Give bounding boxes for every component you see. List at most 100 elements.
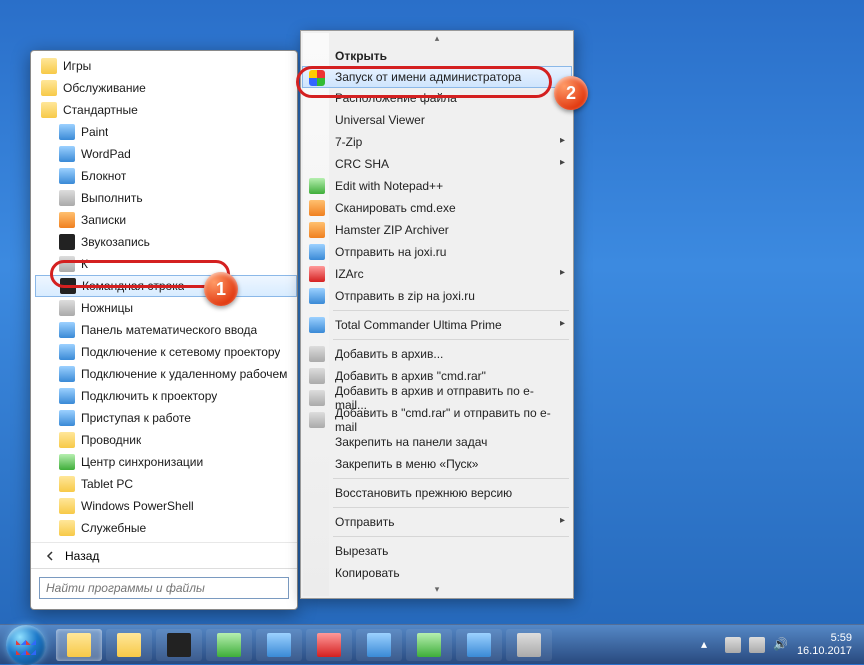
ctx-label: 7-Zip: [335, 135, 362, 149]
ctx-cmdrar-email[interactable]: Добавить в "cmd.rar" и отправить по e-ma…: [303, 409, 571, 431]
folder-label: Обслуживание: [63, 81, 146, 95]
ctx-separator: [333, 536, 569, 537]
ctx-label: CRC SHA: [335, 157, 389, 171]
ctx-copy[interactable]: Копировать: [303, 562, 571, 584]
annotation-badge-1: 1: [204, 272, 238, 306]
ctx-run-as-admin[interactable]: Запуск от имени администратора: [302, 66, 572, 88]
folder-games[interactable]: Игры: [35, 55, 297, 77]
folder-powershell[interactable]: Windows PowerShell: [35, 495, 297, 517]
program-getting-started[interactable]: Приступая к работе: [35, 407, 297, 429]
taskbar-excel[interactable]: [406, 629, 452, 661]
folder-maintenance[interactable]: Обслуживание: [35, 77, 297, 99]
program-explorer[interactable]: Проводник: [35, 429, 297, 451]
app-icon: [267, 633, 291, 657]
tray-clock[interactable]: 5:59 16.10.2017: [797, 632, 852, 658]
taskbar-app-3[interactable]: [206, 629, 252, 661]
ctx-restore-previous[interactable]: Восстановить прежнюю версию: [303, 482, 571, 504]
ctx-joxi[interactable]: Отправить на joxi.ru: [303, 241, 571, 263]
ctx-separator: [333, 478, 569, 479]
program-label: Подключение к удаленному рабочем: [81, 367, 287, 381]
context-scroll-down[interactable]: ▾: [303, 584, 571, 596]
folder-system-tools[interactable]: Служебные: [35, 517, 297, 539]
program-snipping-tool[interactable]: Ножницы: [35, 297, 297, 319]
ctx-notepadpp[interactable]: Edit with Notepad++: [303, 175, 571, 197]
winrar-icon: [309, 412, 325, 428]
taskbar-app-4[interactable]: [256, 629, 302, 661]
program-notepad[interactable]: Блокнот: [35, 165, 297, 187]
program-command-prompt[interactable]: Командная строка: [35, 275, 297, 297]
network-icon[interactable]: [749, 637, 765, 653]
taskbar-opera[interactable]: [306, 629, 352, 661]
taskbar-explorer[interactable]: [56, 629, 102, 661]
taskbar-word[interactable]: [456, 629, 502, 661]
annotation-badge-2: 2: [554, 76, 588, 110]
folder-tablet-pc[interactable]: Tablet PC: [35, 473, 297, 495]
program-truncated[interactable]: К: [35, 253, 297, 275]
folder-accessories[interactable]: Стандартные: [35, 99, 297, 121]
clock-time: 5:59: [797, 632, 852, 645]
tray-expand-icon[interactable]: ▴: [701, 637, 717, 653]
ctx-label: Восстановить прежнюю версию: [335, 486, 512, 500]
program-sound-recorder[interactable]: Звукозапись: [35, 231, 297, 253]
taskbar-app-2[interactable]: [156, 629, 202, 661]
ctx-pin-start[interactable]: Закрепить в меню «Пуск»: [303, 453, 571, 475]
search-input[interactable]: [39, 577, 289, 599]
program-label: Звукозапись: [81, 235, 150, 249]
joxi-icon: [309, 288, 325, 304]
winrar-icon: [309, 346, 325, 362]
ctx-label: Открыть: [335, 49, 387, 63]
context-menu: ▴ Открыть Запуск от имени администратора…: [300, 30, 574, 599]
program-label: Paint: [81, 125, 108, 139]
taskbar-app-5[interactable]: [356, 629, 402, 661]
ctx-label: Universal Viewer: [335, 113, 425, 127]
ctx-pin-taskbar[interactable]: Закрепить на панели задач: [303, 431, 571, 453]
ctx-scan[interactable]: Сканировать cmd.exe: [303, 197, 571, 219]
ctx-label: Добавить в архив "cmd.rar": [335, 369, 486, 383]
back-button[interactable]: Назад: [31, 542, 297, 568]
ctx-cut[interactable]: Вырезать: [303, 540, 571, 562]
program-math-input[interactable]: Панель математического ввода: [35, 319, 297, 341]
ctx-label: Закрепить на панели задач: [335, 435, 487, 449]
folder-label: Tablet PC: [81, 477, 133, 491]
program-remote-desktop[interactable]: Подключение к удаленному рабочем: [35, 363, 297, 385]
ctx-add-archive[interactable]: Добавить в архив...: [303, 343, 571, 365]
word-icon: [467, 633, 491, 657]
program-label: Панель математического ввода: [81, 323, 257, 337]
app-icon: [217, 633, 241, 657]
ctx-joxi-zip[interactable]: Отправить в zip на joxi.ru: [303, 285, 571, 307]
ctx-label: Hamster ZIP Archiver: [335, 223, 449, 237]
izarc-icon: [309, 266, 325, 282]
ctx-7zip[interactable]: 7-Zip: [303, 131, 571, 153]
program-paint[interactable]: Paint: [35, 121, 297, 143]
program-run[interactable]: Выполнить: [35, 187, 297, 209]
ctx-hamster[interactable]: Hamster ZIP Archiver: [303, 219, 571, 241]
ctx-label: Добавить в архив...: [335, 347, 443, 361]
ctx-label: Копировать: [335, 566, 400, 580]
folder-label: Стандартные: [63, 103, 138, 117]
program-sync-center[interactable]: Центр синхронизации: [35, 451, 297, 473]
ctx-label: Edit with Notepad++: [335, 179, 443, 193]
program-wordpad[interactable]: WordPad: [35, 143, 297, 165]
program-network-projector[interactable]: Подключение к сетевому проектору: [35, 341, 297, 363]
context-scroll-up[interactable]: ▴: [303, 33, 571, 45]
flag-icon[interactable]: [725, 637, 741, 653]
volume-icon[interactable]: 🔊: [773, 637, 789, 653]
taskbar-app-6[interactable]: [506, 629, 552, 661]
winrar-icon: [309, 390, 325, 406]
ctx-separator: [333, 310, 569, 311]
program-label: Командная строка: [82, 279, 184, 293]
ctx-file-location[interactable]: Расположение файла: [303, 87, 571, 109]
program-sticky-notes[interactable]: Записки: [35, 209, 297, 231]
hamster-icon: [309, 222, 325, 238]
program-connect-projector[interactable]: Подключить к проектору: [35, 385, 297, 407]
ctx-open[interactable]: Открыть: [303, 45, 571, 67]
ctx-universal-viewer[interactable]: Universal Viewer: [303, 109, 571, 131]
taskbar-app-1[interactable]: [106, 629, 152, 661]
ctx-total-commander[interactable]: Total Commander Ultima Prime: [303, 314, 571, 336]
program-label: Записки: [81, 213, 126, 227]
ctx-crc-sha[interactable]: CRC SHA: [303, 153, 571, 175]
ctx-send-to[interactable]: Отправить: [303, 511, 571, 533]
ctx-separator: [333, 507, 569, 508]
ctx-izarc[interactable]: IZArc: [303, 263, 571, 285]
start-button[interactable]: [6, 625, 46, 665]
